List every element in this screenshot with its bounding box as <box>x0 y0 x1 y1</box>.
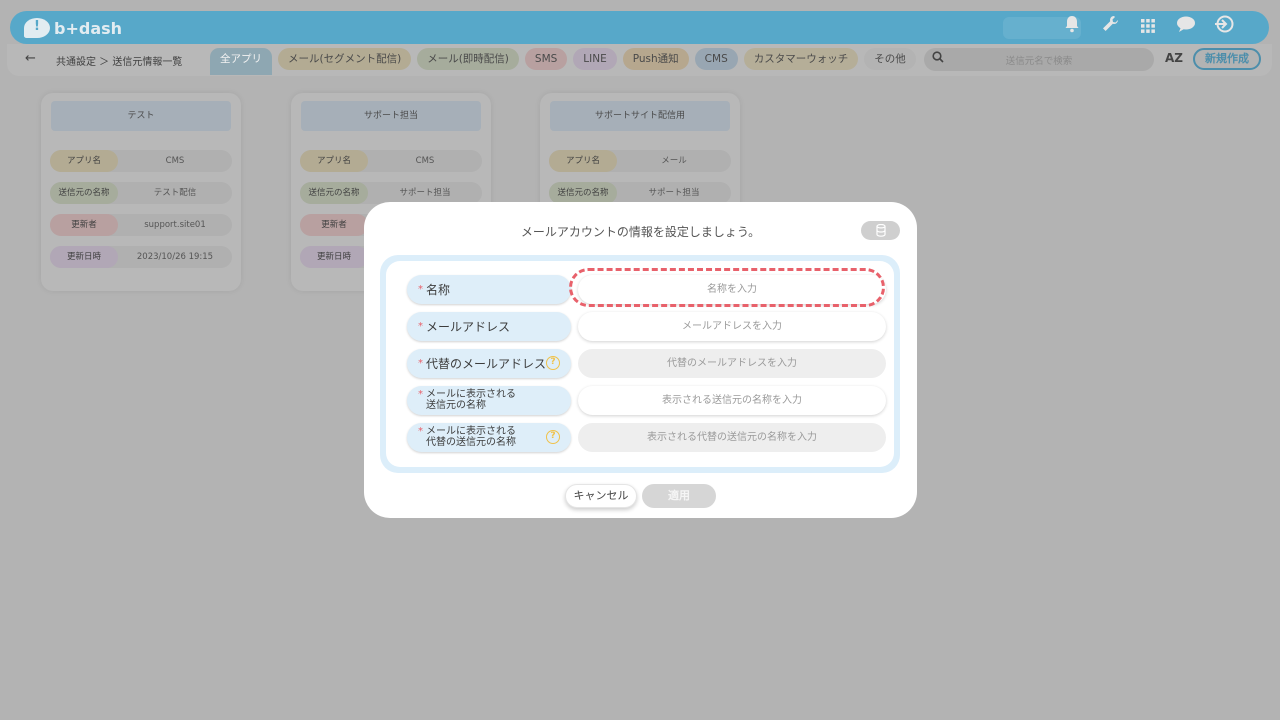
filter-chip[interactable]: 全アプリ <box>210 48 272 75</box>
card-title: テスト <box>51 101 231 131</box>
card-row-key: 送信元の名称 <box>549 182 617 204</box>
field-label-line2: 代替の送信元の名称 <box>426 437 516 448</box>
grid-icon[interactable] <box>1129 15 1167 41</box>
required-mark: * <box>418 358 423 369</box>
header-icons <box>1053 15 1243 41</box>
card-row: 送信元の名称 サポート担当 <box>300 182 482 204</box>
new-create-button[interactable]: 新規作成 <box>1193 48 1261 70</box>
apply-button[interactable]: 適用 <box>642 484 716 508</box>
filter-chip[interactable]: メール(即時配信) <box>417 48 519 70</box>
filter-chip[interactable]: メール(セグメント配信) <box>278 48 412 70</box>
app-filter-tabs: 全アプリ メール(セグメント配信) メール(即時配信) SMS LINE Push通知 CM… <box>210 48 916 75</box>
field-label-text: メールアドレス <box>426 320 511 334</box>
card-row-key: 更新日時 <box>50 246 118 268</box>
filter-chip[interactable]: Push通知 <box>622 48 689 70</box>
card-row-key: 送信元の名称 <box>300 182 368 204</box>
form-row-display-name: * メールに表示される 送信元の名称 <box>399 386 886 415</box>
filter-chip[interactable]: CMS <box>694 48 738 70</box>
field-label-text: 名称 <box>426 283 451 297</box>
filter-chip[interactable]: その他 <box>864 48 916 70</box>
card-row-value: サポート担当 <box>399 188 451 198</box>
required-mark: * <box>418 389 423 400</box>
back-arrow-icon[interactable]: ← <box>25 51 36 66</box>
card-title: サポート担当 <box>301 101 481 131</box>
input-email[interactable] <box>578 312 886 341</box>
card-row: アプリ名 メール <box>549 150 731 172</box>
card-row-value: メール <box>661 156 687 166</box>
filter-chip[interactable]: カスタマーウォッチ <box>743 48 859 70</box>
form-row-alt-display-name: * メールに表示される 代替の送信元の名称? <box>399 423 886 452</box>
field-label-alt-email: * 代替のメールアドレス? <box>407 349 571 378</box>
card-row: 更新日時 2023/10/26 19:15 <box>50 246 232 268</box>
cancel-button[interactable]: キャンセル <box>565 484 637 508</box>
form-panel: *名称*メールアドレス*代替のメールアドレス?*メールに表示される送信元の名称*… <box>386 261 894 467</box>
required-mark: * <box>418 426 423 437</box>
bell-icon[interactable] <box>1053 15 1091 41</box>
filter-chip[interactable]: LINE <box>573 48 617 70</box>
sort-az-icon[interactable]: AZ <box>1165 51 1183 65</box>
card-row-key: アプリ名 <box>549 150 617 172</box>
form-row-name: * 名称 <box>399 275 886 304</box>
input-name[interactable] <box>578 275 886 304</box>
field-label-line2: 送信元の名称 <box>426 400 486 411</box>
field-label-alt-display-name: * メールに表示される 代替の送信元の名称? <box>407 423 571 452</box>
filter-chip[interactable]: SMS <box>524 48 568 70</box>
field-label-line1: メールに表示される <box>426 389 516 400</box>
logo-text: b+dash <box>54 18 123 38</box>
search-placeholder: 送信元名で検索 <box>1005 56 1073 67</box>
chat-icon[interactable] <box>1167 15 1205 41</box>
card-row-key: 更新者 <box>50 214 118 236</box>
card-row-key: アプリ名 <box>300 150 368 172</box>
sender-card[interactable]: テスト アプリ名 CMS 送信元の名称 テスト配信 更新者 support.site01 更新… <box>41 93 241 291</box>
input-alt-email <box>578 349 886 378</box>
card-row-key: 更新日時 <box>300 246 368 268</box>
help-icon[interactable]: ? <box>546 356 560 370</box>
logout-icon[interactable] <box>1205 15 1243 41</box>
card-row: アプリ名 CMS <box>50 150 232 172</box>
card-row-key: アプリ名 <box>50 150 118 172</box>
top-navbar: b+dash <box>10 11 1269 44</box>
modal-title: メールアカウントの情報を設定しましょう。 <box>520 225 761 239</box>
field-label-display-name: * メールに表示される 送信元の名称 <box>407 386 571 415</box>
help-icon[interactable]: ? <box>546 430 560 444</box>
required-mark: * <box>418 321 423 332</box>
app-logo[interactable]: b+dash <box>24 16 122 40</box>
card-row-key: 更新者 <box>300 214 368 236</box>
field-label-email: * メールアドレス <box>407 312 571 341</box>
search-box[interactable]: 送信元名で検索 <box>924 48 1154 71</box>
breadcrumb: 共通設定 ＞ 送信元情報一覧 <box>56 57 183 68</box>
card-row-value: CMS <box>165 156 185 166</box>
card-row-value: サポート担当 <box>648 188 700 198</box>
card-row-value: 2023/10/26 19:15 <box>136 252 214 262</box>
card-row-value: support.site01 <box>144 220 206 230</box>
field-label-text: 代替のメールアドレス <box>426 357 547 371</box>
card-title: サポートサイト配信用 <box>550 101 730 131</box>
card-row: 更新者 support.site01 <box>50 214 232 236</box>
database-button[interactable] <box>861 221 900 240</box>
card-row: 送信元の名称 テスト配信 <box>50 182 232 204</box>
field-label-line1: メールに表示される <box>426 426 516 437</box>
card-row: 送信元の名称 サポート担当 <box>549 182 731 204</box>
database-icon <box>875 223 886 237</box>
form-frame: *名称*メールアドレス*代替のメールアドレス?*メールに表示される送信元の名称*… <box>380 255 900 473</box>
required-mark: * <box>418 284 423 295</box>
card-row-key: 送信元の名称 <box>50 182 118 204</box>
card-row: アプリ名 CMS <box>300 150 482 172</box>
wrench-icon[interactable] <box>1091 15 1129 41</box>
card-row-value: CMS <box>415 156 435 166</box>
input-display-name[interactable] <box>578 386 886 415</box>
field-label-name: * 名称 <box>407 275 571 304</box>
logo-bubble-icon <box>24 18 50 38</box>
input-alt-display-name <box>578 423 886 452</box>
card-row-value: テスト配信 <box>153 188 197 198</box>
form-row-alt-email: * 代替のメールアドレス? <box>399 349 886 378</box>
sender-settings-modal: メールアカウントの情報を設定しましょう。 *名称*メールアドレス*代替のメールア… <box>364 202 917 518</box>
form-row-email: * メールアドレス <box>399 312 886 341</box>
